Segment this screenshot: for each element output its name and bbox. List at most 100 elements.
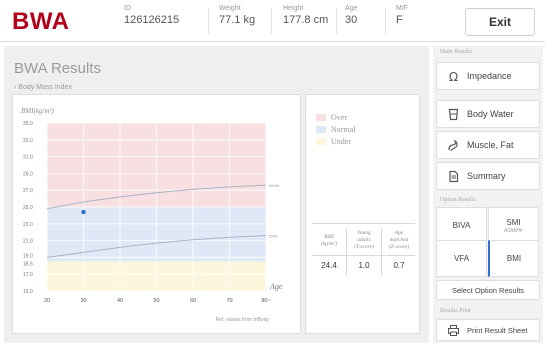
svg-text:Ω: Ω [448, 70, 457, 83]
x-tick-label: 50 [153, 298, 159, 304]
legend-normal: Normal [316, 125, 355, 134]
over-swatch [316, 114, 326, 121]
x-tick-label: 80~ [261, 298, 270, 304]
y-tick-label: 17.0 [23, 272, 33, 278]
under-swatch [316, 138, 326, 145]
option-bmi-button[interactable]: BMI [488, 240, 539, 277]
top-header: BWA ID 126126215 Weight 77.1 kg Height 1… [0, 0, 545, 42]
sex-label: M/F [396, 5, 409, 12]
id-label: ID [124, 5, 131, 12]
results-print-label: Results Print [440, 308, 471, 314]
body-water-label: Body Water [467, 109, 514, 119]
age-header-l2: matched [389, 237, 409, 243]
smi-label: SMI [506, 217, 521, 227]
bmi-chart: BMI(kg/m²) 35.0 33.0 31.0 29.0 27.0 25.0 23.0 21… [21, 107, 283, 323]
y-tick-label: 21.0 [23, 239, 33, 245]
y-axis-label: BMI(kg/m²) [21, 107, 54, 115]
header-id: ID 126126215 [124, 5, 179, 26]
vfa-label: VFA [453, 254, 470, 263]
water-glass-icon [446, 107, 460, 121]
y-tick-label: 27.0 [23, 188, 33, 194]
arm-muscle-icon [446, 138, 460, 152]
young-adults-header: Young adults (T-score) [347, 230, 381, 251]
biva-label: BIVA [452, 221, 471, 230]
x-tick-label: 20 [44, 298, 50, 304]
table-mid-rule [312, 255, 415, 256]
print-label: Print Result Sheet [467, 325, 528, 335]
young-header-l3: (T-score) [354, 244, 374, 250]
section-subtitle: › Body Mass Index [14, 84, 72, 91]
normal-swatch [316, 126, 326, 133]
header-age: Age 30 [345, 5, 357, 26]
z-score-value: 0.7 [393, 261, 405, 270]
header-sex: M/F F [396, 5, 408, 26]
id-value: 126126215 [124, 14, 180, 26]
legend-over-label: Over [331, 113, 347, 122]
results-panel: BWA Results › Body Mass Index BMI(kg/m²)… [4, 46, 429, 343]
main-results-label: Main Results [440, 49, 472, 55]
legend-under: Under [316, 137, 351, 146]
print-result-sheet-button[interactable]: Print Result Sheet [436, 319, 540, 341]
y-tick-label: 33.0 [23, 138, 33, 144]
weight-label: Weight [219, 5, 241, 12]
muscle-fat-button[interactable]: Muscle, Fat [436, 131, 540, 159]
sex-value: F [396, 14, 403, 26]
option-vfa-button[interactable]: VFA [436, 240, 487, 277]
header-divider [208, 8, 209, 34]
option-smi-button[interactable]: SMI ASM/Ht² [488, 207, 539, 244]
height-label: Height [283, 5, 304, 12]
document-icon [446, 169, 460, 183]
y-tick-label: 29.0 [23, 171, 33, 177]
bmi-header-l1: BMI [324, 234, 334, 240]
age-matched-header: Age matched (Z-score) [382, 230, 416, 251]
young-header-l2: adults [357, 237, 371, 243]
ohm-icon: Ω [446, 69, 460, 83]
summary-label: Summary [467, 171, 506, 181]
age-header-l3: (Z-score) [388, 244, 410, 250]
exit-button[interactable]: Exit [465, 8, 535, 36]
x-tick-label: 70 [226, 298, 232, 304]
curve-label-lower: 5%ile [269, 235, 278, 239]
impedance-button[interactable]: Ω Impedance [436, 62, 540, 90]
legend-over: Over [316, 113, 347, 122]
bmi-value: 24.4 [321, 261, 337, 270]
y-tick-label: 23.0 [23, 222, 33, 228]
age-value: 30 [345, 14, 358, 26]
bmi-header: BMI (kg/m²) [312, 234, 346, 248]
bmi-chart-card: BMI(kg/m²) 35.0 33.0 31.0 29.0 27.0 25.0 23.0 21… [12, 94, 301, 334]
bmi-option-label: BMI [506, 254, 522, 263]
select-option-results-button[interactable]: Select Option Results [436, 280, 540, 300]
y-tick-label: 25.0 [23, 205, 33, 211]
x-axis-label: Age [269, 282, 283, 291]
weight-value: 77.1 kg [219, 14, 256, 26]
header-divider [385, 8, 386, 34]
printer-icon [446, 323, 460, 337]
patient-bmi-point [81, 209, 86, 215]
legend-under-label: Under [331, 137, 351, 146]
y-tick-label: 31.0 [23, 155, 33, 161]
y-tick-label: 18.5 [23, 262, 33, 268]
header-height: Height 177.8 cm [283, 5, 328, 26]
body-water-button[interactable]: Body Water [436, 100, 540, 128]
legend-normal-label: Normal [331, 125, 356, 134]
x-tick-label: 60 [190, 298, 196, 304]
y-tick-label: 19.0 [23, 253, 33, 259]
muscle-fat-label: Muscle, Fat [467, 140, 514, 150]
x-tick-label: 40 [117, 298, 123, 304]
option-biva-button[interactable]: BIVA [436, 207, 487, 244]
summary-button[interactable]: Summary [436, 162, 540, 190]
header-divider [336, 8, 337, 34]
page-title: BWA Results [14, 60, 101, 77]
smi-sublabel: ASM/Ht² [504, 227, 523, 234]
y-tick-label: 15.0 [23, 289, 33, 295]
table-top-rule [312, 223, 415, 224]
age-label: Age [345, 5, 358, 12]
curve-label-upper: 50%ile [269, 184, 280, 188]
reference-note: Ref. values from InBody [216, 317, 270, 323]
option-results-label: Option Results [440, 197, 476, 203]
results-sidebar: Main Results Ω Impedance Body Water Musc… [433, 46, 543, 343]
bmi-header-l2: (kg/m²) [320, 241, 337, 247]
t-score-value: 1.0 [358, 261, 370, 270]
header-divider [271, 8, 272, 34]
young-header-l1: Young [357, 230, 371, 236]
